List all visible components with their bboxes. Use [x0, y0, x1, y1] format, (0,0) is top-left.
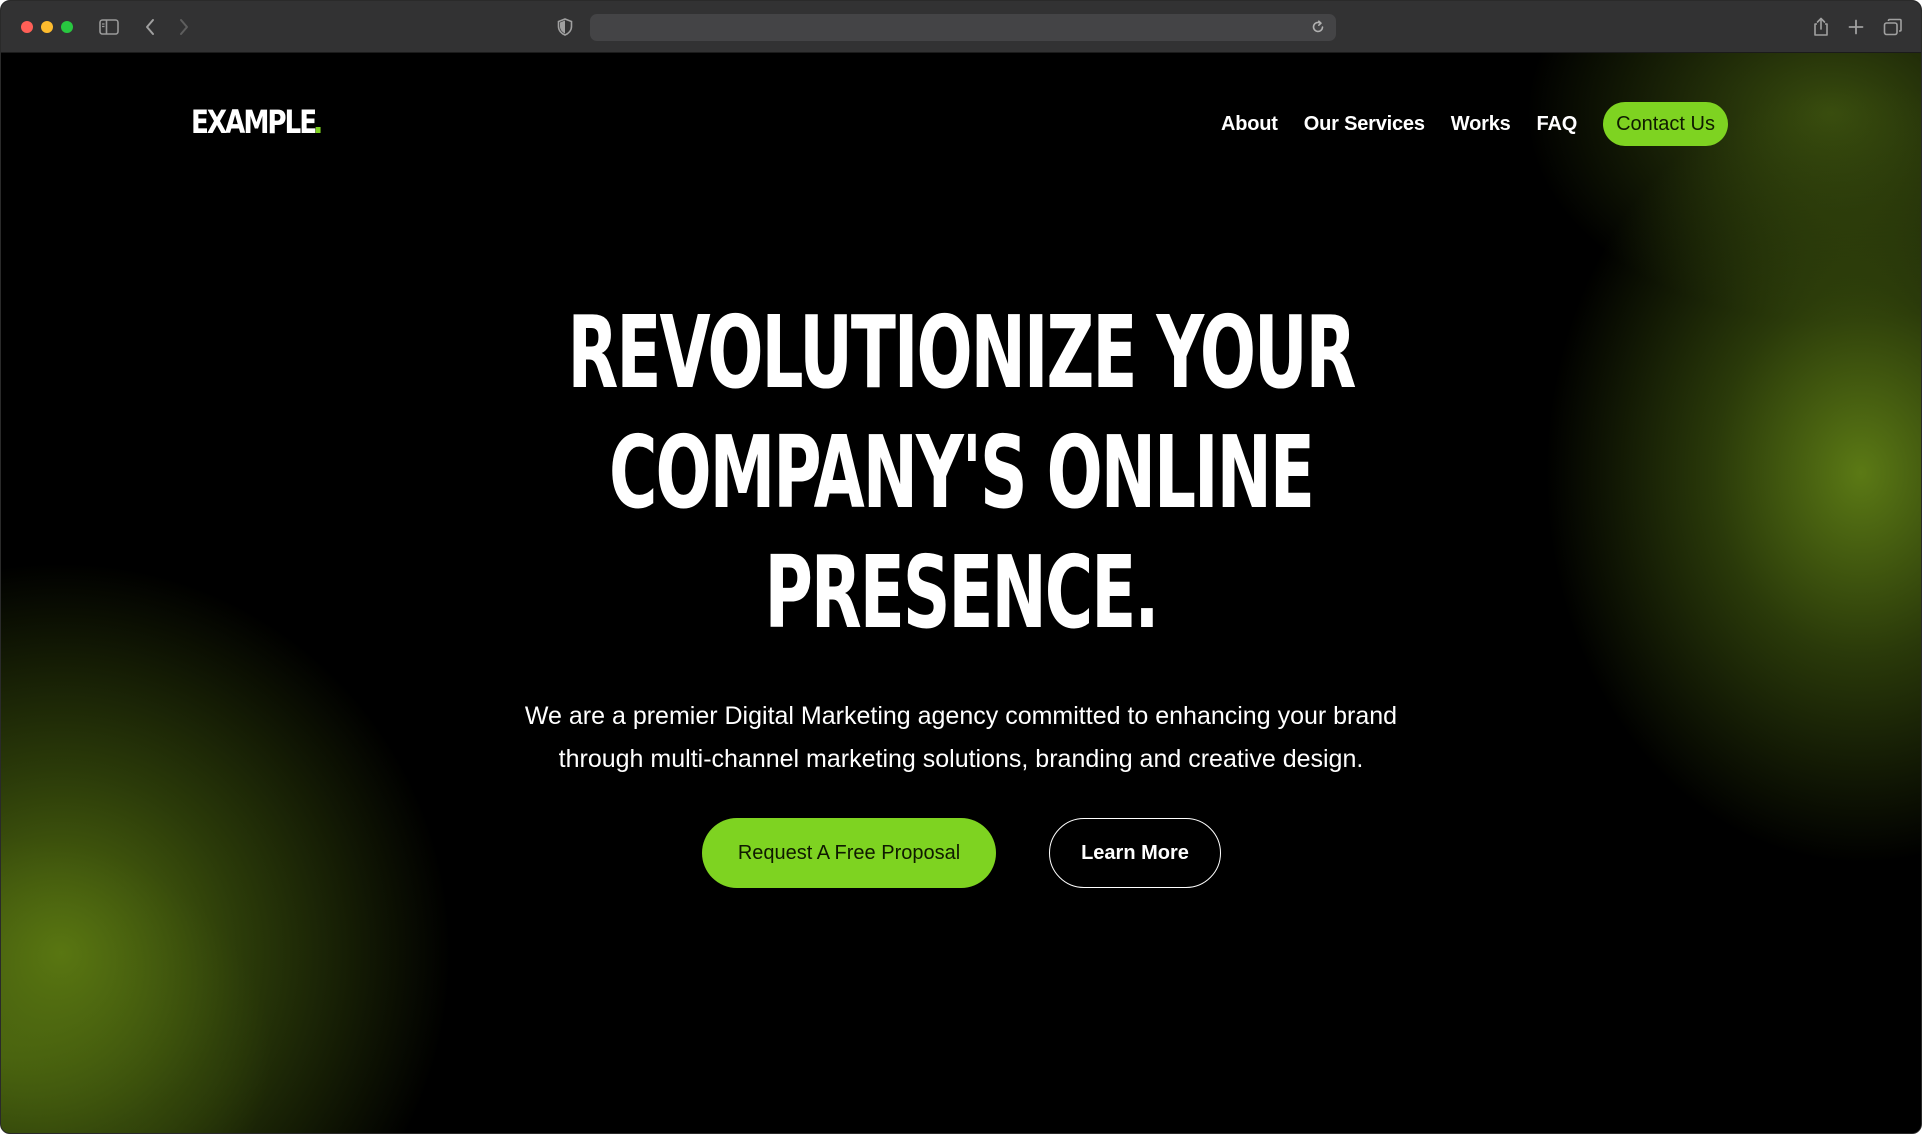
sidebar-icon[interactable] [97, 15, 121, 39]
learn-more-button[interactable]: Learn More [1049, 818, 1221, 888]
zoom-window-button[interactable] [61, 21, 73, 33]
hero-subtitle-line: through multi-channel marketing solution… [558, 745, 1364, 773]
minimize-window-button[interactable] [41, 21, 53, 33]
shield-icon[interactable] [553, 15, 577, 39]
site-logo[interactable]: EXAMPLE [191, 103, 321, 141]
nav-link-about[interactable]: About [1221, 113, 1278, 136]
tab-overview-icon[interactable] [1881, 15, 1905, 39]
contact-us-button[interactable]: Contact Us [1603, 102, 1728, 146]
browser-toolbar [1, 1, 1921, 53]
address-bar[interactable] [590, 14, 1336, 41]
hero-title-line: PRESENCE. [764, 534, 1160, 651]
back-icon[interactable] [138, 15, 162, 39]
nav-link-works[interactable]: Works [1451, 113, 1511, 136]
reload-icon[interactable] [1310, 19, 1326, 35]
browser-window: EXAMPLE About Our Services Works FAQ Con… [0, 0, 1922, 1134]
close-window-button[interactable] [21, 21, 33, 33]
new-tab-icon[interactable] [1844, 15, 1868, 39]
logo-text: EXAMPLE [191, 103, 317, 141]
hero-actions: Request A Free Proposal Learn More [1, 818, 1921, 890]
main-nav: About Our Services Works FAQ Contact Us [1221, 102, 1728, 146]
hero-subtitle-line: We are a premier Digital Marketing agenc… [524, 702, 1398, 730]
nav-link-faq[interactable]: FAQ [1537, 113, 1578, 136]
hero-title: REVOLUTIONIZE YOUR COMPANY'S ONLINE PRES… [1, 293, 1921, 653]
share-icon[interactable] [1809, 15, 1833, 39]
forward-icon[interactable] [172, 15, 196, 39]
logo-accent-dot [315, 127, 321, 133]
web-page: EXAMPLE About Our Services Works FAQ Con… [1, 53, 1921, 1133]
request-proposal-button[interactable]: Request A Free Proposal [702, 818, 996, 888]
hero-title-line: COMPANY'S ONLINE [609, 414, 1315, 531]
nav-link-our-services[interactable]: Our Services [1304, 113, 1425, 136]
hero-subtitle: We are a premier Digital Marketing agenc… [1, 695, 1921, 781]
hero-title-line: REVOLUTIONIZE YOUR [567, 294, 1357, 411]
